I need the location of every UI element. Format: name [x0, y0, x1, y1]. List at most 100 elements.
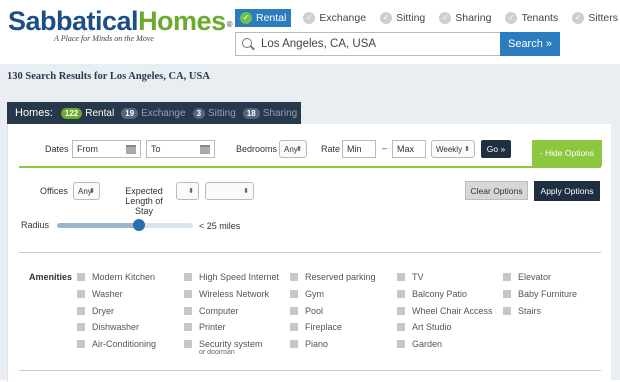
calendar-icon — [126, 145, 136, 154]
amenity-reserved-parking[interactable]: Reserved parking — [290, 272, 376, 282]
rate-label: Rate — [321, 144, 341, 154]
checkbox — [184, 323, 192, 331]
type-sitting[interactable]: ✓ Sitting — [380, 12, 425, 24]
stay-unit-select[interactable]: ⬍ — [205, 182, 254, 200]
count-badge: 122 — [60, 107, 83, 119]
checkbox — [77, 273, 85, 281]
search-icon — [242, 37, 255, 51]
checkbox — [184, 273, 192, 281]
amenity-fireplace[interactable]: Fireplace — [290, 322, 342, 332]
type-exchange[interactable]: ✓ Exchange — [303, 12, 366, 24]
checkbox — [397, 307, 405, 315]
checkbox — [290, 290, 298, 298]
radius-value: < 25 miles — [199, 221, 241, 231]
amenity-dishwasher[interactable]: Dishwasher — [77, 322, 139, 332]
amenity-modern-kitchen[interactable]: Modern Kitchen — [77, 272, 155, 282]
amenities-label: Amenities — [29, 272, 73, 282]
amenity-balcony-patio[interactable]: Balcony Patio — [397, 289, 467, 299]
location-search — [235, 32, 501, 56]
listing-type-filter: ✓ Rental ✓ Exchange ✓ Sitting ✓ Sharing ✓ Ten… — [235, 8, 620, 28]
amenity-sublabel: or doorman — [199, 349, 235, 356]
check-icon: ✓ — [303, 12, 316, 24]
updown-icon: ⬍ — [296, 146, 302, 153]
amenity-art-studio[interactable]: Art Studio — [397, 322, 452, 332]
checkbox — [397, 340, 405, 348]
go-button[interactable]: Go » — [481, 140, 511, 158]
length-of-stay-label: Expected Length of Stay — [125, 186, 163, 216]
date-from-field[interactable]: From — [72, 140, 141, 158]
amenity-stairs[interactable]: Stairs — [503, 306, 541, 316]
amenity-wireless-network[interactable]: Wireless Network — [184, 289, 269, 299]
amenity-washer[interactable]: Washer — [77, 289, 123, 299]
bedrooms-select[interactable]: Any ⬍ — [279, 140, 307, 158]
amenity-air-conditioning[interactable]: Air-Conditioning — [77, 339, 156, 349]
checkbox — [77, 290, 85, 298]
type-sitters[interactable]: ✓ Sitters — [572, 12, 618, 24]
amenity-security-system[interactable]: Security system or doorman — [184, 339, 263, 357]
check-icon: ✓ — [240, 12, 252, 24]
count-badge: 19 — [121, 107, 139, 119]
date-to-field[interactable]: To — [146, 140, 215, 158]
options-divider — [19, 166, 601, 168]
amenity-garden[interactable]: Garden — [397, 339, 442, 349]
amenity-gym[interactable]: Gym — [290, 289, 324, 299]
amenity-tv[interactable]: TV — [397, 272, 424, 282]
checkbox — [290, 340, 298, 348]
checkbox — [290, 307, 298, 315]
checkbox — [503, 290, 511, 298]
tab-sitting[interactable]: 3 Sitting — [192, 107, 236, 119]
radius-label: Radius — [21, 220, 50, 230]
checkbox — [290, 323, 298, 331]
amenity-baby-furniture[interactable]: Baby Furniture — [503, 289, 577, 299]
bedrooms-label: Bedrooms — [236, 144, 278, 154]
checkbox — [77, 307, 85, 315]
section-divider — [19, 252, 601, 253]
amenity-printer[interactable]: Printer — [184, 322, 226, 332]
checkbox — [77, 340, 85, 348]
count-badge: 3 — [192, 107, 206, 119]
dates-label: Dates — [45, 144, 69, 154]
type-rental[interactable]: ✓ Rental — [235, 9, 292, 27]
count-badge: 18 — [242, 107, 260, 119]
rate-period-select[interactable]: Weekly ⬍ — [431, 140, 475, 158]
check-icon: ✓ — [505, 12, 518, 24]
type-tenants[interactable]: ✓ Tenants — [505, 12, 558, 24]
checkbox — [184, 307, 192, 315]
rate-max-field[interactable]: Max — [392, 140, 426, 158]
amenity-computer[interactable]: Computer — [184, 306, 239, 316]
section-divider — [19, 370, 601, 371]
checkbox — [397, 273, 405, 281]
rate-min-field[interactable]: Min — [342, 140, 376, 158]
range-dash: – — [382, 143, 388, 153]
updown-icon: ⬍ — [464, 146, 470, 153]
radius-slider[interactable] — [57, 223, 193, 228]
tab-exchange[interactable]: 19 Exchange — [121, 107, 186, 119]
clear-options-button[interactable]: Clear Options — [465, 181, 528, 200]
check-icon: ✓ — [380, 12, 393, 24]
sabbatical-homes-logo[interactable]: SabbaticalHomes® A Place for Minds on th… — [8, 6, 233, 54]
offices-label: Offices — [40, 186, 68, 196]
homes-label: Homes: — [15, 107, 53, 119]
checkbox — [397, 323, 405, 331]
hide-options-button[interactable]: - Hide Options — [532, 140, 602, 166]
search-button[interactable]: Search » — [500, 32, 560, 56]
checkbox — [503, 273, 511, 281]
amenity-high-speed-internet[interactable]: High Speed Internet — [184, 272, 279, 282]
tab-rental[interactable]: 122 Rental — [60, 107, 114, 119]
slider-handle[interactable] — [133, 219, 145, 231]
results-title: 130 Search Results for Los Angeles, CA, … — [7, 71, 210, 82]
amenity-piano[interactable]: Piano — [290, 339, 328, 349]
apply-options-button[interactable]: Apply Options — [534, 181, 600, 201]
checkbox — [397, 290, 405, 298]
stay-number-select[interactable]: ⬍ — [176, 182, 199, 200]
amenity-dryer[interactable]: Dryer — [77, 306, 114, 316]
tab-sharing[interactable]: 18 Sharing — [242, 107, 297, 119]
offices-select[interactable]: Any ⬍ — [73, 182, 100, 200]
type-sharing[interactable]: ✓ Sharing — [439, 12, 491, 24]
updown-icon: ⬍ — [243, 188, 249, 195]
amenity-elevator[interactable]: Elevator — [503, 272, 551, 282]
amenity-wheel-chair-access[interactable]: Wheel Chair Access — [397, 306, 493, 316]
amenity-pool[interactable]: Pool — [290, 306, 323, 316]
slider-fill — [57, 223, 142, 228]
location-input[interactable] — [261, 38, 481, 50]
